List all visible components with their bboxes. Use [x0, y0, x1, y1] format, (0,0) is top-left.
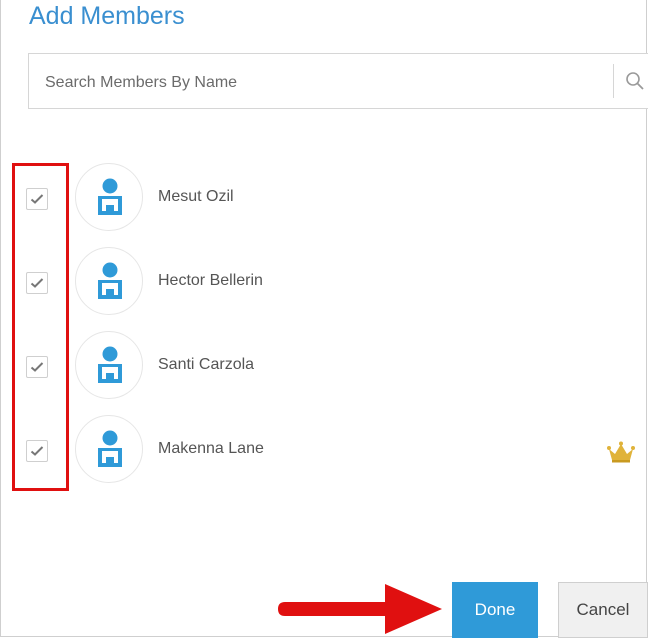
- avatar: [75, 331, 143, 399]
- avatar: [75, 415, 143, 483]
- cancel-button[interactable]: Cancel: [558, 582, 648, 638]
- done-button[interactable]: Done: [452, 582, 538, 638]
- user-icon: [98, 346, 122, 383]
- search-input[interactable]: [43, 66, 607, 100]
- member-row[interactable]: Santi Carzola: [1, 331, 648, 401]
- arrow-annotation-icon: [277, 580, 447, 643]
- dialog-title: Add Members: [29, 2, 185, 30]
- member-name: Mesut Ozil: [158, 188, 234, 205]
- member-row[interactable]: Mesut Ozil: [1, 163, 648, 233]
- add-members-dialog: Add Members Mesut Ozil: [0, 0, 648, 638]
- search-divider: [613, 64, 614, 98]
- avatar: [75, 247, 143, 315]
- search-icon[interactable]: [625, 71, 645, 91]
- member-name: Santi Carzola: [158, 356, 255, 373]
- avatar: [75, 163, 143, 231]
- user-icon: [98, 262, 122, 299]
- user-icon: [98, 178, 122, 215]
- crown-icon: [607, 441, 635, 468]
- member-row[interactable]: Hector Bellerin: [1, 247, 648, 317]
- member-row[interactable]: Makenna Lane: [1, 415, 648, 485]
- checkbox-highlight-box: [12, 163, 69, 491]
- member-name: Hector Bellerin: [158, 272, 263, 289]
- user-icon: [98, 430, 122, 467]
- search-box: [28, 53, 648, 109]
- member-name: Makenna Lane: [158, 440, 264, 457]
